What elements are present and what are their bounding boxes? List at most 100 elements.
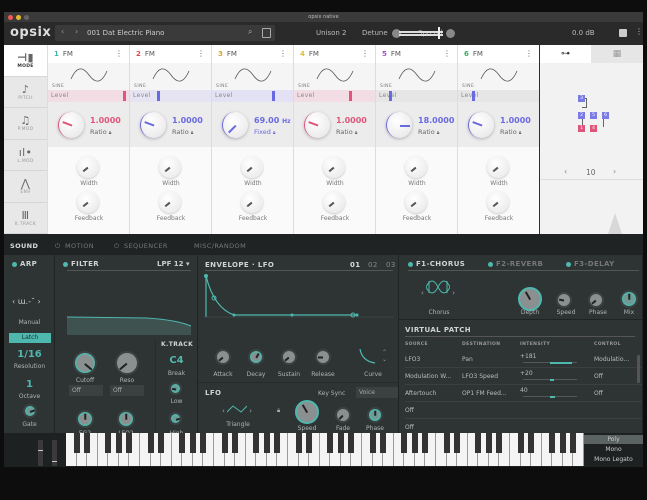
frequency-value[interactable]: 1.0000 [336, 116, 367, 125]
level-handle[interactable] [157, 91, 160, 101]
filter-type-dropdown[interactable]: LPF 12 ▾ [157, 260, 190, 268]
vp-destination[interactable]: OP1 FM Feed... [462, 390, 507, 397]
tab-motion[interactable]: MOTION [65, 242, 94, 250]
black-key[interactable] [306, 433, 313, 453]
black-key[interactable] [559, 433, 566, 453]
feedback-knob[interactable] [241, 191, 263, 213]
lock-icon[interactable]: 🔒︎ [437, 130, 440, 136]
sidebar-item-env[interactable]: ⋀ ENV [4, 171, 47, 203]
close-window-button[interactable] [8, 15, 13, 20]
lfo2-knob[interactable] [117, 410, 135, 428]
filter-power-led[interactable] [63, 261, 68, 267]
feedback-knob[interactable] [487, 191, 509, 213]
sidebar-item-k-track[interactable]: Ⅲ K.TRACK [4, 203, 47, 234]
algorithm-operator-6[interactable]: 6 [602, 112, 609, 119]
ratio-knob[interactable] [386, 112, 412, 138]
f1-chorus-tab[interactable]: F1-CHORUS [416, 260, 465, 268]
env-page-02[interactable]: 02 [368, 261, 378, 269]
env-page-01[interactable]: 01 [350, 261, 361, 269]
sustain-knob[interactable] [281, 349, 297, 365]
prev-algorithm-button[interactable]: ‹ [564, 167, 567, 176]
black-key[interactable] [528, 433, 535, 453]
vp-destination[interactable]: LFO3 Speed [462, 373, 498, 380]
black-key[interactable] [295, 433, 302, 453]
feedback-knob[interactable] [159, 191, 181, 213]
latch-button[interactable]: Latch [9, 333, 51, 343]
black-key[interactable] [454, 433, 461, 453]
waveform-display[interactable]: SINE [130, 63, 211, 90]
search-icon[interactable]: ⌕ [248, 27, 252, 37]
lock-icon[interactable]: 🔒︎ [355, 130, 358, 136]
ktrack-low-knob[interactable] [169, 382, 182, 395]
cutoff-knob[interactable] [73, 351, 97, 375]
black-key[interactable] [263, 433, 270, 453]
power-icon[interactable]: ⏻ [55, 242, 61, 251]
ratio-knob[interactable] [140, 112, 166, 138]
vp-intensity[interactable]: +20 [520, 370, 533, 377]
vp-row[interactable]: Off [405, 419, 642, 433]
black-key[interactable] [179, 433, 186, 453]
vp-row[interactable]: Off [405, 402, 642, 419]
octave-value[interactable]: 1 [4, 379, 55, 390]
black-key[interactable] [147, 433, 154, 453]
tab-sequencer[interactable]: SEQUENCER [124, 242, 168, 250]
black-key[interactable] [570, 433, 577, 453]
black-key[interactable] [380, 433, 387, 453]
attack-knob[interactable] [215, 349, 231, 365]
frequency-value[interactable]: 1.0000 [500, 116, 531, 125]
width-knob[interactable] [241, 156, 263, 178]
grid-tab-icon[interactable]: ▦ [591, 45, 643, 63]
width-knob[interactable] [405, 156, 427, 178]
black-key[interactable] [105, 433, 112, 453]
algorithm-operator-3[interactable]: 3 [578, 95, 585, 102]
vp-source[interactable]: Aftertouch [405, 390, 436, 397]
operator-header[interactable]: 6 FM ⋮ [458, 45, 539, 63]
vp-intensity-slider[interactable] [523, 361, 577, 364]
next-algorithm-button[interactable]: › [613, 167, 616, 176]
piano-keyboard[interactable] [66, 433, 584, 467]
lock-icon[interactable]: 🔒︎ [519, 130, 522, 136]
width-knob[interactable] [323, 156, 345, 178]
level-slider[interactable]: Level [376, 90, 457, 102]
vp-destination[interactable]: Pan [462, 356, 473, 363]
black-key[interactable] [348, 433, 355, 453]
eg-source-select[interactable]: Off [69, 385, 103, 396]
level-slider[interactable]: Level [130, 90, 211, 102]
vp-row[interactable]: Aftertouch OP1 FM Feed... 40 Off [405, 385, 642, 402]
level-handle[interactable] [389, 91, 392, 101]
ratio-knob[interactable] [304, 112, 330, 138]
black-key[interactable] [369, 433, 376, 453]
feedback-knob[interactable] [323, 191, 345, 213]
save-icon[interactable] [262, 28, 271, 38]
waveform-display[interactable]: SINE [376, 63, 457, 90]
vp-control[interactable]: Off [594, 373, 603, 380]
chorus-mix-knob[interactable] [620, 290, 638, 308]
vp-source[interactable]: Modulation W... [405, 373, 451, 380]
chorus-depth-knob[interactable] [518, 287, 542, 311]
frequency-value[interactable]: 69.00 Hz [254, 116, 291, 125]
black-key[interactable] [84, 433, 91, 453]
lfo-speed-knob[interactable] [295, 400, 319, 424]
vp-control[interactable]: Modulatio... [594, 356, 629, 363]
volume-slider[interactable] [399, 27, 447, 39]
frequency-mode[interactable]: Ratio 🔒︎ [418, 128, 439, 136]
frequency-value[interactable]: 18.0000 [418, 116, 454, 125]
black-key[interactable] [327, 433, 334, 453]
prev-preset-button[interactable]: ‹ [61, 27, 64, 36]
frequency-value[interactable]: 1.0000 [90, 116, 121, 125]
chorus-phase-knob[interactable] [588, 292, 604, 308]
level-slider[interactable]: Level [48, 90, 129, 102]
black-key[interactable] [549, 433, 556, 453]
operator-menu-icon[interactable]: ⋮ [525, 49, 533, 58]
vp-intensity-slider[interactable] [523, 395, 577, 398]
lfo-source-select[interactable]: Off [110, 385, 144, 396]
key-sync-select[interactable]: Voice [356, 387, 398, 398]
waveform-display[interactable]: SINE [458, 63, 539, 90]
operator-header[interactable]: 1 FM ⋮ [48, 45, 129, 63]
lfo-phase-knob[interactable] [367, 407, 383, 423]
ktrack-high-knob[interactable] [169, 412, 182, 425]
black-key[interactable] [200, 433, 207, 453]
black-key[interactable] [496, 433, 503, 453]
vp-source[interactable]: Off [405, 407, 414, 414]
black-key[interactable] [337, 433, 344, 453]
